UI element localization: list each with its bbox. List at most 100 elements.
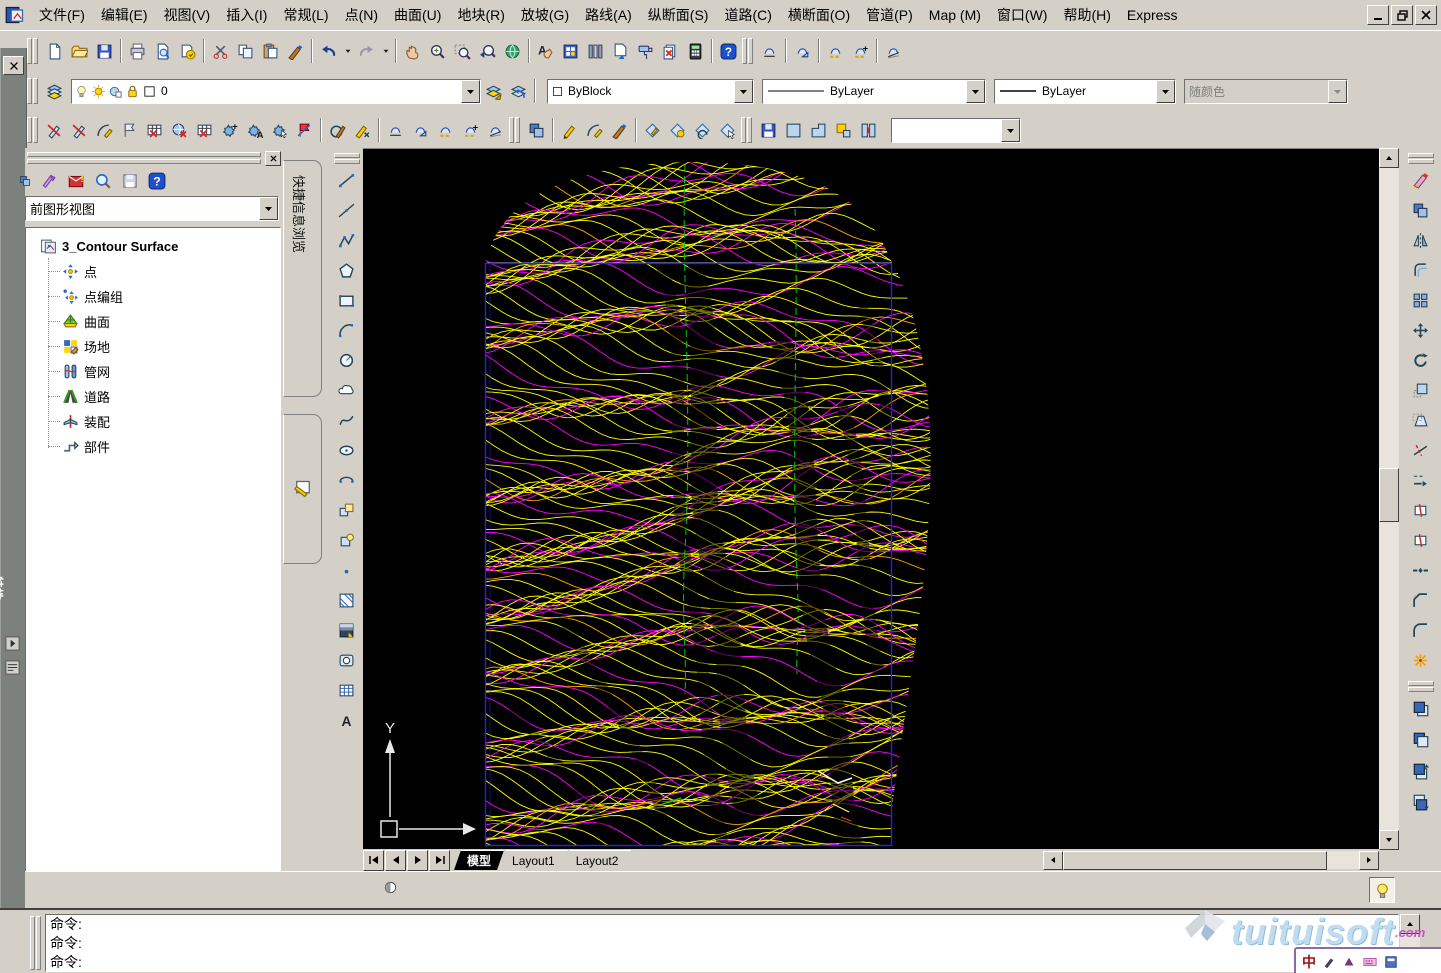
menu-item-corridors[interactable]: 道路(C) <box>716 2 779 28</box>
sheet-set-manager-button[interactable] <box>608 39 633 64</box>
hatch-button[interactable] <box>333 585 360 615</box>
toolbar-handle[interactable] <box>27 117 39 143</box>
tree-item-surfaces[interactable]: 曲面 <box>48 309 280 334</box>
toolspace-grab-bar[interactable] <box>27 151 261 164</box>
linetype-select-dropdown-button[interactable] <box>966 80 985 103</box>
rotate-button[interactable] <box>1406 345 1435 375</box>
circle-button[interactable] <box>333 345 360 375</box>
copy-button[interactable] <box>233 39 258 64</box>
menu-item-view[interactable]: 视图(V) <box>156 2 219 28</box>
pan-button[interactable] <box>400 39 425 64</box>
viewport-scale-select[interactable] <box>891 118 1021 143</box>
fillet-button[interactable] <box>1406 615 1435 645</box>
next-tab-button[interactable] <box>407 850 428 871</box>
explode-button[interactable] <box>1406 645 1435 675</box>
previous-tab-button[interactable] <box>385 850 406 871</box>
menu-item-express[interactable]: Express <box>1119 4 1186 26</box>
layer-on-icon[interactable] <box>74 84 89 99</box>
layer-states-button[interactable] <box>583 39 608 64</box>
canvas-vertical-scrollbar[interactable] <box>1379 148 1399 850</box>
toolspace-close-button[interactable] <box>265 151 281 166</box>
tab-layout2[interactable]: Layout2 <box>563 850 632 870</box>
line-button[interactable] <box>333 165 360 195</box>
surface-edit-add-button[interactable]: + <box>458 118 483 143</box>
menu-item-edit[interactable]: 编辑(E) <box>93 2 156 28</box>
trim-button[interactable] <box>1406 435 1435 465</box>
polygon-button[interactable] <box>333 255 360 285</box>
panel-help-button[interactable]: ? <box>148 172 166 190</box>
tag-circle-button[interactable] <box>665 118 690 143</box>
toolspace-tool-button[interactable] <box>19 172 31 190</box>
layer-vpfreeze-icon[interactable] <box>108 84 123 99</box>
plot-button[interactable] <box>125 39 150 64</box>
ime-symbol-icon[interactable] <box>1342 955 1356 969</box>
arc-pencil-button[interactable] <box>92 118 117 143</box>
menu-item-help[interactable]: 帮助(H) <box>1055 2 1118 28</box>
point-button[interactable] <box>333 555 360 585</box>
ime-keyboard-icon[interactable] <box>1362 955 1378 969</box>
arc-button[interactable] <box>333 315 360 345</box>
new-button[interactable] <box>42 39 67 64</box>
extend-button[interactable] <box>1406 465 1435 495</box>
toolbar-handle[interactable] <box>742 38 754 64</box>
surface-edit-contour-button[interactable] <box>433 118 458 143</box>
edit-pencil-button[interactable] <box>557 118 582 143</box>
draw-order-back-button[interactable] <box>1406 724 1435 755</box>
ellipse-button[interactable] <box>333 435 360 465</box>
tree-item-points[interactable]: 点 <box>48 259 280 284</box>
gear-pick-button[interactable] <box>267 118 292 143</box>
menu-item-points[interactable]: 点(N) <box>337 2 386 28</box>
menu-item-general[interactable]: 常规(L) <box>275 2 336 28</box>
single-viewport-button[interactable] <box>781 118 806 143</box>
save-view-button[interactable] <box>121 172 139 190</box>
globe-delete-button[interactable] <box>167 118 192 143</box>
tree-root[interactable]: 3_Contour Surface <box>40 234 280 259</box>
gear-plus-button[interactable]: + <box>217 118 242 143</box>
scroll-up-icon[interactable] <box>1400 914 1420 934</box>
convert-to-viewport-button[interactable] <box>831 118 856 143</box>
cut-button[interactable] <box>208 39 233 64</box>
ime-pen-icon[interactable] <box>1322 955 1336 969</box>
surface-contour-button[interactable] <box>823 39 848 64</box>
gradient-button[interactable] <box>333 615 360 645</box>
open-button[interactable] <box>67 39 92 64</box>
menu-item-parcels[interactable]: 地块(R) <box>449 2 512 28</box>
surface-create-button[interactable] <box>757 39 782 64</box>
palette-menu-icon[interactable] <box>5 660 20 680</box>
surface-slope-button[interactable] <box>881 39 906 64</box>
canvas-scroll-right-icon[interactable] <box>1359 851 1379 870</box>
table-button[interactable] <box>333 675 360 705</box>
edit-arc-button[interactable] <box>582 118 607 143</box>
close-button[interactable] <box>1415 5 1437 25</box>
tree-item-point-groups[interactable]: 点编组 <box>48 284 280 309</box>
view-select[interactable]: 前图形视图 <box>25 196 279 221</box>
quick-calc-button[interactable] <box>683 39 708 64</box>
zoom-window-button[interactable] <box>450 39 475 64</box>
menu-item-insert[interactable]: 插入(I) <box>218 2 275 28</box>
flag-edit-button[interactable] <box>292 118 317 143</box>
layer-freeze-icon[interactable] <box>91 84 106 99</box>
restore-button[interactable] <box>1391 5 1413 25</box>
plot-style-select-dropdown-button[interactable] <box>1328 80 1347 103</box>
color-select-dropdown-button[interactable] <box>734 80 753 103</box>
draw-order-front-button[interactable] <box>1406 693 1435 724</box>
menu-item-alignments[interactable]: 路线(A) <box>577 2 640 28</box>
menu-item-surfaces[interactable]: 曲面(U) <box>386 2 449 28</box>
canvas-hscroll-thumb[interactable] <box>1063 851 1327 870</box>
annotation-scale-icon[interactable] <box>383 880 398 895</box>
break-at-point-button[interactable] <box>1406 495 1435 525</box>
layer-color-icon[interactable] <box>142 84 157 99</box>
layer-dropdown-button[interactable] <box>461 80 480 103</box>
pencil-strike-button[interactable] <box>42 118 67 143</box>
toolbar-handle[interactable] <box>741 117 753 143</box>
move-button[interactable] <box>1406 315 1435 345</box>
array-button[interactable] <box>1406 285 1435 315</box>
paste-button[interactable] <box>258 39 283 64</box>
draw-order-under-button[interactable] <box>1406 786 1435 817</box>
linetype-select[interactable]: ByLayer <box>762 79 986 104</box>
scale-button[interactable] <box>1406 375 1435 405</box>
toolbar-handle[interactable] <box>334 150 360 165</box>
surface-edit-slope-button[interactable] <box>483 118 508 143</box>
lineweight-select-dropdown-button[interactable] <box>1156 80 1175 103</box>
offset-button[interactable] <box>1406 255 1435 285</box>
